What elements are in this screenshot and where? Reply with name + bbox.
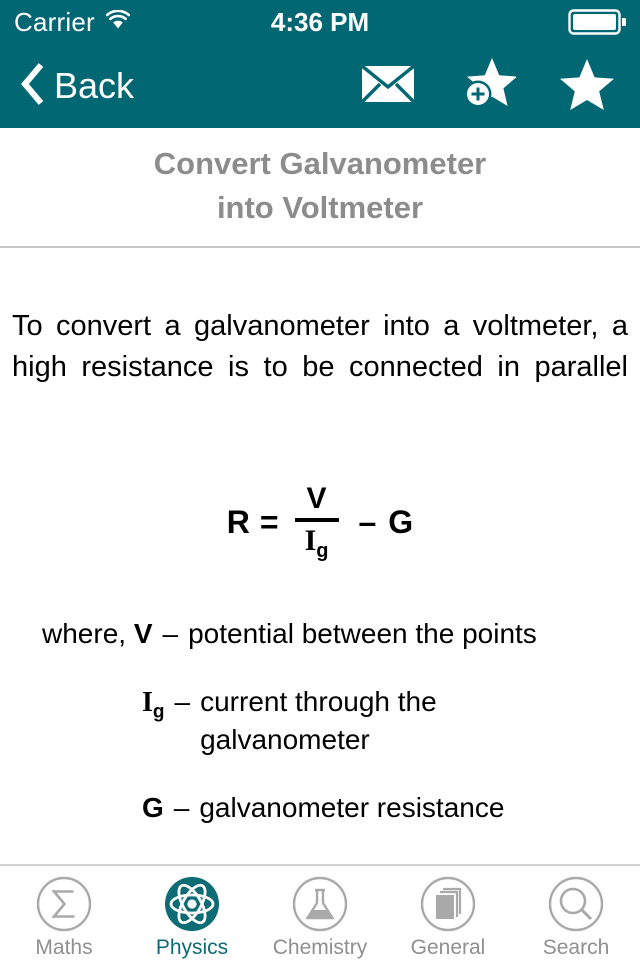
formula-fraction: V Ig bbox=[294, 481, 339, 563]
definition-symbol-group-ig: Ig – bbox=[142, 683, 200, 759]
page-title-block: Convert Galvanometer into Voltmeter bbox=[0, 128, 640, 249]
definition-symbol-g: G bbox=[142, 791, 164, 823]
tab-maths[interactable]: Maths bbox=[0, 866, 128, 960]
definition-row-v: where, V – potential between the points bbox=[30, 615, 610, 653]
definition-symbol-group-g: G – bbox=[142, 789, 199, 827]
envelope-icon[interactable] bbox=[360, 63, 416, 110]
carrier-group: Carrier bbox=[14, 7, 131, 38]
navigation-bar: Back bbox=[0, 44, 640, 128]
definition-text-ig: current through the galvanometer bbox=[200, 685, 437, 755]
carrier-label: Carrier bbox=[14, 6, 95, 37]
body-paragraph: To convert a galvanometer into a voltmet… bbox=[12, 310, 628, 384]
definition-text-v: potential between the points bbox=[188, 617, 537, 649]
back-button[interactable]: Back bbox=[18, 61, 134, 112]
battery-full-icon bbox=[568, 9, 626, 35]
status-bar: Carrier 4:36 PM bbox=[0, 0, 640, 44]
formula-block: R = V Ig – G bbox=[10, 482, 630, 563]
tab-bar: Maths Physics Chemistry General Search bbox=[0, 864, 640, 960]
back-label: Back bbox=[54, 65, 135, 106]
tab-label-search: Search bbox=[542, 936, 610, 959]
formula-operator: – bbox=[358, 503, 377, 540]
definition-subscript-ig: g bbox=[152, 701, 165, 723]
definition-dash-g: – bbox=[173, 791, 190, 823]
definition-text-g: galvanometer resistance bbox=[199, 791, 505, 823]
star-plus-icon[interactable] bbox=[458, 56, 517, 117]
definitions-lead: where, V – bbox=[42, 615, 188, 653]
tab-label-chemistry: Chemistry bbox=[272, 936, 368, 959]
atom-icon bbox=[163, 875, 221, 933]
formula-equals: = bbox=[259, 503, 279, 540]
definition-dash-ig: – bbox=[174, 685, 191, 717]
formula-operand: G bbox=[388, 503, 414, 540]
content-area: To convert a galvanometer into a voltmet… bbox=[0, 248, 640, 827]
definition-row-ig: Ig – current through the galvanometer bbox=[30, 683, 610, 759]
tab-label-physics: Physics bbox=[155, 936, 229, 959]
formula-numerator: V bbox=[306, 481, 327, 515]
denominator-symbol: I bbox=[304, 523, 317, 557]
tab-chemistry[interactable]: Chemistry bbox=[256, 866, 384, 960]
chevron-left-icon bbox=[18, 61, 46, 112]
formula-denominator: Ig bbox=[295, 522, 339, 563]
tab-label-maths: Maths bbox=[35, 936, 93, 959]
page-title-line-1: Convert Galvanometer bbox=[153, 146, 487, 181]
definition-symbol-v: V bbox=[133, 617, 153, 649]
wifi-icon bbox=[105, 9, 131, 35]
definition-symbol-ig: I bbox=[142, 686, 153, 718]
formula-result: R bbox=[226, 503, 250, 540]
sigma-icon bbox=[35, 875, 93, 933]
denominator-subscript: g bbox=[316, 539, 329, 562]
magnifier-icon bbox=[547, 875, 605, 933]
star-icon[interactable] bbox=[558, 57, 616, 116]
documents-icon bbox=[419, 875, 477, 933]
page-title-line-2: into Voltmeter bbox=[216, 190, 424, 226]
nav-actions bbox=[360, 56, 622, 117]
flask-icon bbox=[291, 875, 349, 933]
definitions-lead-text: where, bbox=[42, 617, 127, 649]
definition-row-g: G – galvanometer resistance bbox=[30, 789, 610, 827]
definitions-list: where, V – potential between the points I… bbox=[10, 615, 630, 827]
definition-dash-v: – bbox=[162, 617, 179, 649]
tab-physics[interactable]: Physics bbox=[128, 866, 256, 960]
tab-label-general: General bbox=[410, 936, 486, 959]
app-screen: Carrier 4:36 PM Back Convert Galvanomete… bbox=[0, 0, 640, 960]
page-title: Convert Galvanometer into Voltmeter bbox=[20, 142, 620, 230]
tab-general[interactable]: General bbox=[384, 866, 512, 960]
tab-search[interactable]: Search bbox=[512, 866, 640, 960]
